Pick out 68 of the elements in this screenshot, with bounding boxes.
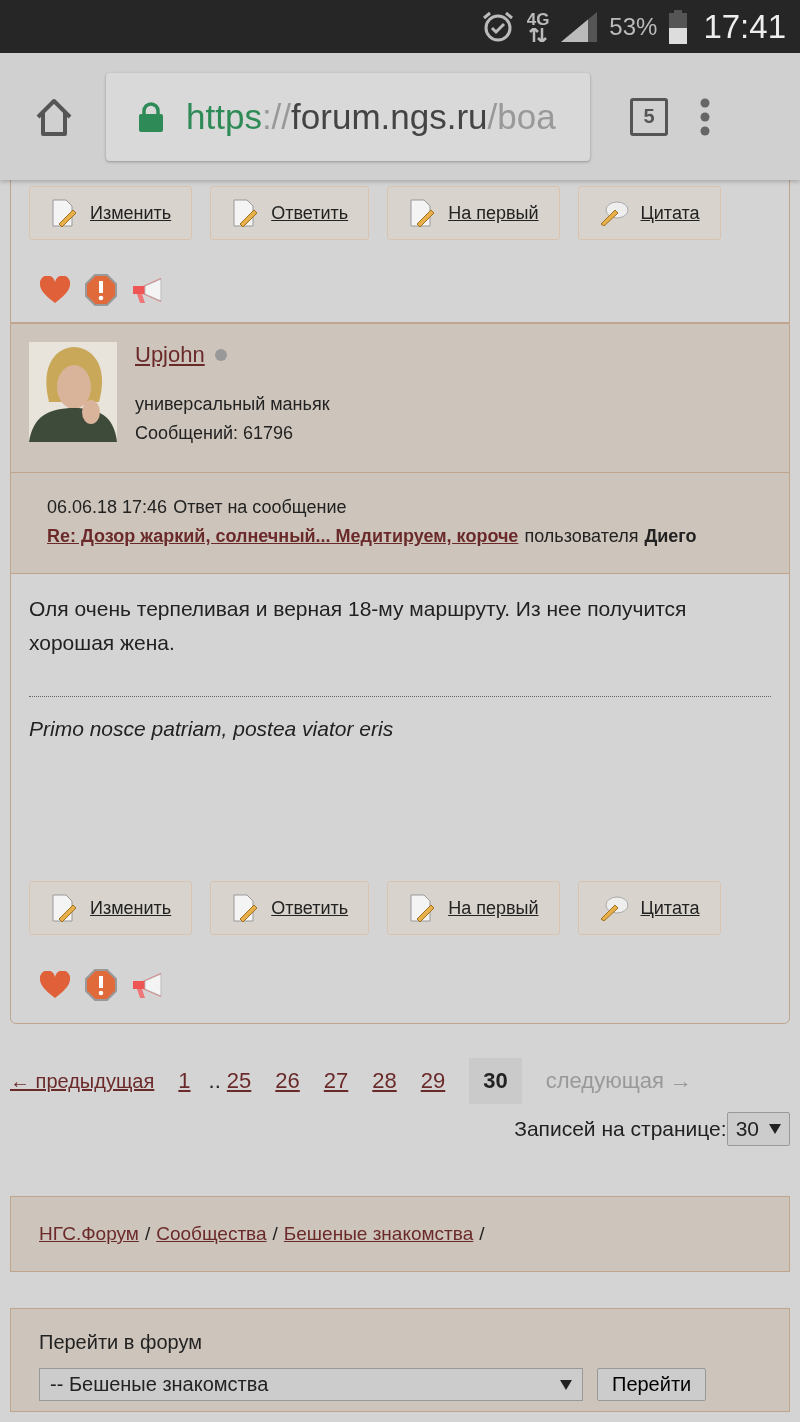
author-link[interactable]: Upjohn <box>135 342 205 368</box>
post-action-button[interactable]: На первый <box>387 186 560 240</box>
per-page-select[interactable]: 30 <box>726 1112 790 1146</box>
breadcrumb-separator: / <box>272 1223 278 1245</box>
post-count: Сообщений: 61796 <box>135 423 295 444</box>
post-action-button[interactable]: Изменить <box>29 881 193 935</box>
edit-document-icon <box>408 199 437 227</box>
post-action-button[interactable]: Изменить <box>29 186 193 240</box>
post-action-button[interactable]: Цитата <box>577 881 721 935</box>
post-action-button[interactable]: Ответить <box>210 186 370 240</box>
home-icon[interactable] <box>34 97 74 136</box>
warning-icon[interactable] <box>85 969 117 1001</box>
page-link[interactable]: 29 <box>420 1068 446 1094</box>
reply-text: пользователя <box>524 525 639 548</box>
edit-document-icon <box>231 894 260 922</box>
battery-percent: 53% <box>609 12 658 41</box>
url-separator: :// <box>261 96 292 136</box>
per-page-label: Записей на странице: <box>514 1117 727 1141</box>
dropdown-caret-icon <box>769 1124 781 1134</box>
post-text: Оля очень терпеливая и верная 18-му маршруту. Из нее получится хорошая жена. <box>29 596 688 656</box>
quote-icon <box>598 895 629 921</box>
page-link[interactable]: 30 <box>469 1058 522 1104</box>
menu-icon[interactable] <box>700 97 710 136</box>
quote-icon <box>598 200 629 226</box>
page-link[interactable]: 27 <box>323 1068 349 1094</box>
network-type: 4G <box>526 11 550 28</box>
url-path: /boa <box>487 96 556 136</box>
edit-document-icon <box>231 199 260 227</box>
heart-icon[interactable] <box>39 276 71 304</box>
tabs-button[interactable]: 5 <box>630 97 668 136</box>
user-rank: универсальный маньяк <box>135 394 330 415</box>
forum-select[interactable]: -- Бешеные знакомства <box>39 1368 583 1401</box>
breadcrumb-link[interactable]: Сообщества <box>156 1223 267 1245</box>
breadcrumb-link[interactable]: НГС.Форум <box>39 1223 139 1245</box>
edit-document-icon <box>408 894 437 922</box>
go-button[interactable]: Перейти <box>597 1368 707 1401</box>
breadcrumb-separator: / <box>479 1223 485 1245</box>
post-date: 06.06.18 17:46 <box>47 496 168 519</box>
page-link[interactable]: 28 <box>372 1068 397 1094</box>
page-link[interactable]: 26 <box>275 1068 300 1094</box>
page-link[interactable]: 1 <box>178 1068 191 1094</box>
reply-author: Диего <box>644 525 697 548</box>
breadcrumb-separator: / <box>144 1223 151 1245</box>
alarm-icon <box>480 9 515 44</box>
heart-icon[interactable] <box>39 971 71 999</box>
reply-text: Ответ на сообщение <box>173 496 347 519</box>
page-link[interactable]: 25 <box>226 1068 252 1094</box>
post-action-button[interactable]: Ответить <box>210 881 370 935</box>
breadcrumb-link[interactable]: Бешеные знакомства <box>283 1223 474 1245</box>
forum-jump-label: Перейти в форум <box>39 1331 203 1354</box>
lock-icon <box>138 101 164 132</box>
data-arrows-icon <box>528 28 548 42</box>
signal-icon <box>561 11 598 42</box>
battery-icon <box>669 9 688 44</box>
previous-page-link[interactable]: ← предыдущая <box>10 1069 155 1093</box>
reply-link[interactable]: Re: Дозор жаркий, солнечный... Медитируем, короче <box>47 522 519 551</box>
edit-document-icon <box>50 894 78 922</box>
address-bar[interactable]: https://forum.ngs.ru/boa <box>106 72 590 161</box>
clock: 17:41 <box>703 7 786 46</box>
page-ellipsis: .. <box>208 1068 221 1094</box>
edit-document-icon <box>50 199 78 227</box>
post-action-button[interactable]: Цитата <box>577 186 721 240</box>
dropdown-caret-icon <box>560 1379 572 1390</box>
url-scheme: https <box>186 96 262 136</box>
url-host: forum.ngs.ru <box>291 96 488 136</box>
signature: Primo nosce patriam, postea viator eris <box>29 717 395 741</box>
warning-icon[interactable] <box>85 274 117 306</box>
post-action-button[interactable]: На первый <box>387 881 560 935</box>
